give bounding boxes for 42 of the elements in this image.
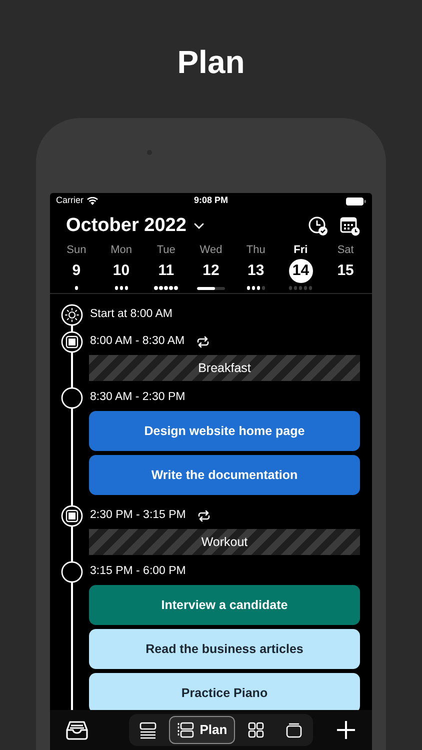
- inbox-icon[interactable]: [66, 720, 88, 740]
- page-headline: Plan: [177, 43, 245, 82]
- task-card[interactable]: Practice Piano: [89, 673, 360, 710]
- time-range-label: 3:15 PM - 6:00 PM: [90, 564, 186, 580]
- list-icon: [138, 721, 157, 739]
- start-time-label: Start at 8:00 AM: [90, 307, 172, 322]
- date-button[interactable]: 14: [288, 259, 313, 283]
- stack-icon: [285, 721, 304, 739]
- weekday-label: Fri: [294, 243, 308, 257]
- date-button[interactable]: 13: [244, 259, 268, 283]
- carrier-label: Carrier: [56, 194, 84, 208]
- weekday-label: Tue: [156, 243, 176, 257]
- date-button[interactable]: 9: [64, 259, 88, 283]
- status-time: 9:08 PM: [194, 194, 228, 208]
- task-card[interactable]: Write the documentation: [89, 455, 360, 495]
- plus-icon[interactable]: [336, 720, 356, 740]
- month-picker[interactable]: October 2022: [66, 212, 204, 240]
- task-card[interactable]: Read the business articles: [89, 629, 360, 669]
- plan-icon: [176, 721, 195, 739]
- battery-icon: [346, 196, 366, 206]
- chevron-down-icon: [194, 223, 204, 229]
- task-card[interactable]: Interview a candidate: [89, 585, 360, 625]
- task-card[interactable]: Design website home page: [89, 411, 360, 451]
- date-button[interactable]: 10: [109, 259, 134, 283]
- grid-icon: [247, 721, 266, 739]
- calendar-clock-icon[interactable]: [340, 216, 360, 236]
- weekday-label: Wed: [200, 243, 222, 257]
- date-button[interactable]: 11: [154, 259, 178, 283]
- weekday-label: Sat: [337, 243, 354, 257]
- routine-block: Workout: [89, 529, 360, 555]
- time-range-label: 8:00 AM - 8:30 AM: [90, 334, 185, 350]
- routine-block: Breakfast: [89, 355, 360, 381]
- date-button[interactable]: 12: [198, 259, 223, 283]
- time-range-label: 2:30 PM - 3:15 PM: [90, 508, 186, 524]
- wifi-icon: [86, 197, 98, 205]
- date-button[interactable]: 15: [334, 259, 358, 283]
- weekday-label: Thu: [246, 243, 266, 257]
- weekday-label: Sun: [66, 243, 86, 257]
- time-range-label: 8:30 AM - 2:30 PM: [90, 390, 186, 406]
- weekday-label: Mon: [110, 243, 132, 257]
- clock-check-icon[interactable]: [308, 216, 328, 236]
- view-tab[interactable]: Plan: [168, 716, 236, 744]
